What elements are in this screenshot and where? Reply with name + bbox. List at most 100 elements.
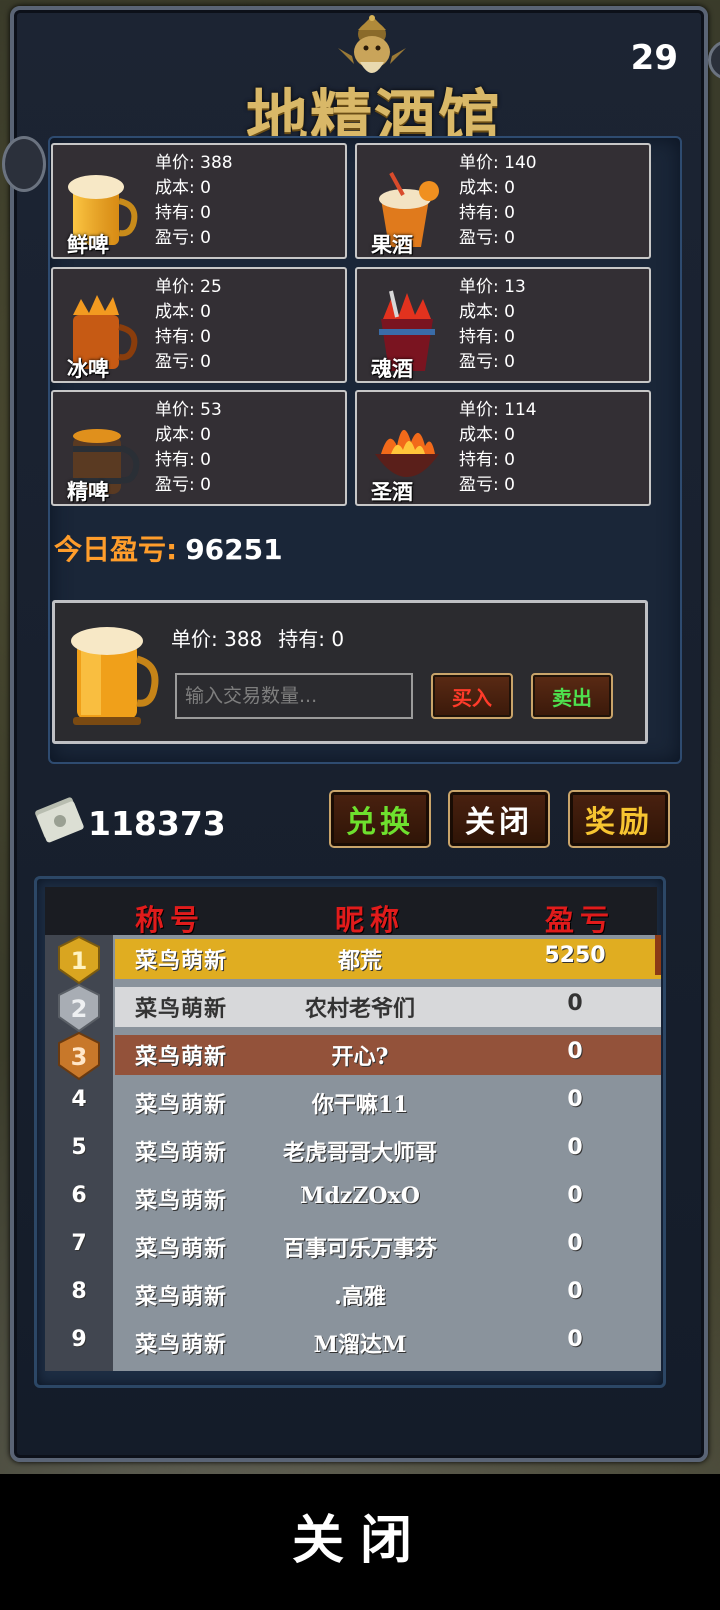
row-rank: 7 <box>71 1231 87 1256</box>
today-profit-label: 今日盈亏: <box>54 533 178 566</box>
drink-price: 单价: 25 <box>155 277 222 297</box>
money-value: 118373 <box>88 804 226 843</box>
row-nickname: .高雅 <box>334 1284 386 1310</box>
sell-button[interactable]: 卖出 <box>531 673 613 719</box>
drink-pl: 盈亏: 0 <box>155 228 211 248</box>
row-title: 菜鸟萌新 <box>134 948 227 974</box>
selected-beer-mug-icon <box>71 627 159 725</box>
row-nickname: 开心? <box>331 1044 389 1070</box>
drink-card-ice-beer[interactable]: 冰啤 单价: 25 成本: 0 持有: 0 盈亏: 0 <box>51 267 347 383</box>
drink-cost: 成本: 0 <box>459 178 515 198</box>
row-nickname: 百事可乐万事芬 <box>282 1236 437 1262</box>
table-row[interactable]: 7 菜鸟萌新 百事可乐万事芬 0 <box>45 1223 661 1271</box>
today-profit: 今日盈亏: 96251 <box>54 528 283 568</box>
row-profit: 0 <box>567 1135 583 1160</box>
svg-text:1: 1 <box>71 947 88 975</box>
table-row[interactable]: 5 菜鸟萌新 老虎哥哥大师哥 0 <box>45 1127 661 1175</box>
row-title: 菜鸟萌新 <box>134 1284 227 1310</box>
drink-stats: 单价: 114 成本: 0 持有: 0 盈亏: 0 <box>459 398 537 498</box>
drink-stats: 单价: 13 成本: 0 持有: 0 盈亏: 0 <box>459 275 526 375</box>
row-rank: 8 <box>71 1279 87 1304</box>
row-profit: 0 <box>567 1087 583 1112</box>
row-profit: 5250 <box>544 943 606 968</box>
drink-name: 魂酒 <box>371 356 413 381</box>
drink-cost: 成本: 0 <box>155 302 211 322</box>
drink-stats: 单价: 140 成本: 0 持有: 0 盈亏: 0 <box>459 151 537 251</box>
row-rank: 9 <box>71 1327 87 1352</box>
drink-price: 单价: 53 <box>155 400 222 420</box>
row-title: 菜鸟萌新 <box>134 1236 227 1262</box>
drink-cost: 成本: 0 <box>155 178 211 198</box>
table-row[interactable]: 1 菜鸟萌新 都荒 5250 <box>45 935 661 985</box>
table-row[interactable]: 8 菜鸟萌新 .高雅 0 <box>45 1271 661 1319</box>
drink-stats: 单价: 25 成本: 0 持有: 0 盈亏: 0 <box>155 275 222 375</box>
row-rank: 4 <box>71 1087 87 1112</box>
row-nickname: 老虎哥哥大师哥 <box>282 1140 437 1166</box>
table-row[interactable]: 6 菜鸟萌新 MdzZOxO 0 <box>45 1175 661 1223</box>
drink-card-craft-beer[interactable]: 精啤 单价: 53 成本: 0 持有: 0 盈亏: 0 <box>51 390 347 506</box>
trade-held: 持有: 0 <box>278 627 345 651</box>
drink-price: 单价: 140 <box>459 153 537 173</box>
drink-name: 果酒 <box>371 232 413 257</box>
row-title: 菜鸟萌新 <box>134 1092 227 1118</box>
silver-medal-icon: 2 <box>58 983 100 1033</box>
row-title: 菜鸟萌新 <box>134 996 227 1022</box>
header-title: 称号 <box>135 903 206 937</box>
drink-stats: 单价: 53 成本: 0 持有: 0 盈亏: 0 <box>155 398 222 498</box>
row-nickname: 农村老爷们 <box>304 996 415 1022</box>
drink-pl: 盈亏: 0 <box>155 352 211 372</box>
drink-card-fruit-wine[interactable]: 果酒 单价: 140 成本: 0 持有: 0 盈亏: 0 <box>355 143 651 259</box>
svg-text:3: 3 <box>71 1043 88 1071</box>
drink-price: 单价: 114 <box>459 400 537 420</box>
row-profit: 0 <box>567 1279 583 1304</box>
gold-medal-icon: 1 <box>58 935 100 985</box>
table-row[interactable]: 9 菜鸟萌新 M溜达M 0 <box>45 1319 661 1367</box>
drink-cost: 成本: 0 <box>459 302 515 322</box>
row-title: 菜鸟萌新 <box>134 1044 227 1070</box>
leaderboard-body[interactable]: 1 菜鸟萌新 都荒 5250 2 菜鸟萌新 农村老爷们 0 3 菜鸟萌新 开心? <box>45 935 661 1371</box>
row-profit: 0 <box>567 1039 583 1064</box>
buy-button[interactable]: 买入 <box>431 673 513 719</box>
drink-held: 持有: 0 <box>155 327 211 347</box>
scrollbar[interactable] <box>655 935 661 975</box>
bottom-close-button[interactable]: 关闭 <box>0 1498 720 1573</box>
drink-card-fresh-beer[interactable]: 鲜啤 单价: 388 成本: 0 持有: 0 盈亏: 0 <box>51 143 347 259</box>
wallet: 118373 <box>34 786 226 843</box>
drink-pl: 盈亏: 0 <box>155 475 211 495</box>
drink-pl: 盈亏: 0 <box>459 352 515 372</box>
drink-held: 持有: 0 <box>459 327 515 347</box>
table-row[interactable]: 3 菜鸟萌新 开心? 0 <box>45 1031 661 1081</box>
row-profit: 0 <box>567 1327 583 1352</box>
row-nickname: MdzZOxO <box>300 1183 420 1209</box>
trade-panel: 单价: 388 持有: 0 买入 卖出 <box>52 600 648 744</box>
reward-button[interactable]: 奖励 <box>568 790 670 848</box>
table-row[interactable]: 4 菜鸟萌新 你干嘛11 0 <box>45 1079 661 1127</box>
table-row[interactable]: 2 菜鸟萌新 农村老爷们 0 <box>45 983 661 1033</box>
drink-stats: 单价: 388 成本: 0 持有: 0 盈亏: 0 <box>155 151 233 251</box>
cash-stack-icon <box>35 796 84 842</box>
drink-name: 冰啤 <box>67 356 109 381</box>
svg-text:2: 2 <box>71 995 88 1023</box>
row-nickname: 你干嘛11 <box>311 1092 409 1118</box>
drink-card-holy-wine[interactable]: 圣酒 单价: 114 成本: 0 持有: 0 盈亏: 0 <box>355 390 651 506</box>
drink-price: 单价: 388 <box>155 153 233 173</box>
trade-info: 单价: 388 持有: 0 <box>171 623 344 652</box>
close-button[interactable]: 关闭 <box>448 790 550 848</box>
drink-pl: 盈亏: 0 <box>459 475 515 495</box>
drink-cost: 成本: 0 <box>155 425 211 445</box>
exchange-button[interactable]: 兑换 <box>329 790 431 848</box>
drink-held: 持有: 0 <box>155 450 211 470</box>
drink-name: 鲜啤 <box>67 232 109 257</box>
header-nickname: 昵称 <box>335 903 406 937</box>
leaderboard: 称号 昵称 盈亏 1 菜鸟萌新 都荒 5250 2 菜鸟萌新 农村老爷们 0 3… <box>34 876 666 1388</box>
drink-price: 单价: 13 <box>459 277 526 297</box>
drink-held: 持有: 0 <box>459 450 515 470</box>
trade-quantity-input[interactable] <box>175 673 413 719</box>
bronze-medal-icon: 3 <box>58 1031 100 1081</box>
drink-card-soul-wine[interactable]: 魂酒 单价: 13 成本: 0 持有: 0 盈亏: 0 <box>355 267 651 383</box>
drink-cost: 成本: 0 <box>459 425 515 445</box>
trade-price: 单价: 388 <box>171 627 263 651</box>
row-nickname: 都荒 <box>337 948 382 974</box>
drink-name: 精啤 <box>67 479 109 504</box>
row-profit: 0 <box>567 1231 583 1256</box>
